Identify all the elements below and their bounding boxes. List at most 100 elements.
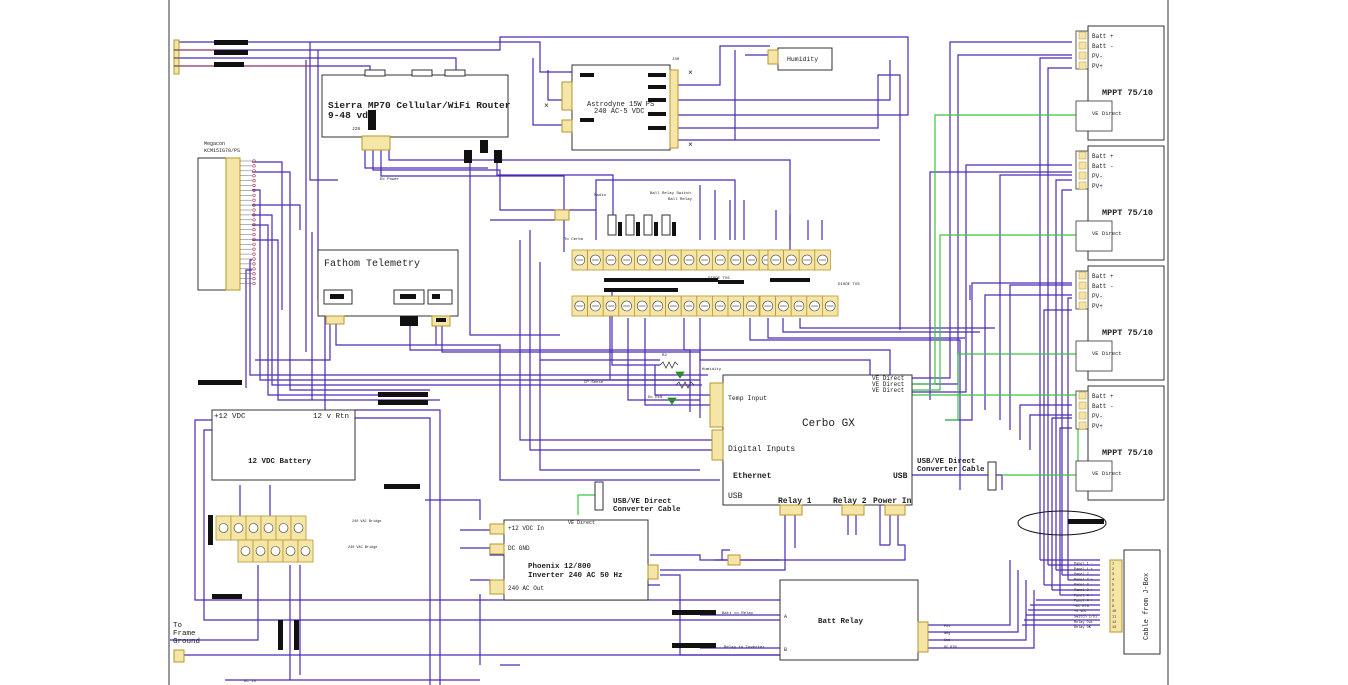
- relay-a-label: A: [784, 614, 787, 620]
- astrodyne-pin: J30: [672, 58, 680, 62]
- phoenix-title: Phoenix 12/800: [528, 563, 592, 571]
- mppt-block-2[interactable]: Batt + Batt - PV- PV+ MPPT 75/10 VE Direct: [1075, 145, 1165, 261]
- label-diode-2: DIODE TVS: [838, 283, 860, 287]
- jbox-pin-number: 13: [1112, 626, 1116, 630]
- close-x-icon: ×: [688, 141, 693, 150]
- mppt-pin: [1078, 271, 1087, 280]
- frame-ground-line3: Ground: [173, 638, 200, 646]
- router-pin-label: J28: [352, 126, 360, 132]
- megacon-part: KCM15IG70/PS: [204, 148, 240, 154]
- mppt-block-1[interactable]: Batt + Batt - PV- PV+ MPPT 75/10 VE Direct: [1075, 25, 1165, 141]
- fathom-block[interactable]: Fathom Telemetry: [317, 249, 459, 327]
- label-neg: Neg: [944, 632, 950, 636]
- jbox-pin-label: Panel 4 +: [1074, 599, 1093, 604]
- label-ball-relay-switch: Ball Relay Switch: [650, 191, 691, 196]
- battery-block[interactable]: +12 VDC 12 v Rtn 12 VDC Battery: [211, 409, 356, 481]
- fathom-title: Fathom Telemetry: [324, 258, 420, 270]
- label-radio: Radio: [594, 193, 607, 198]
- terminal-strip-right[interactable]: [767, 249, 831, 271]
- usb-ve-converter-left[interactable]: USB/VE Direct Converter Cable: [594, 481, 681, 514]
- cerbo-block[interactable]: Cerbo GX Temp Input Digital Inputs Ether…: [709, 374, 913, 516]
- label-diode-1: DIODE TVS: [708, 277, 730, 281]
- mppt-pin: [1078, 301, 1087, 310]
- bus-screw: [278, 523, 289, 533]
- usb-ve-converter-right[interactable]: USB/VE Direct Converter Cable: [917, 458, 997, 491]
- cerbo-title: Cerbo GX: [802, 418, 855, 430]
- mppt-title: MPPT 75/10: [1102, 448, 1153, 458]
- batt-relay-pin-labels: Pos Neg Gnd DC RTN: [944, 625, 957, 650]
- mppt-vedirect-label: VE Direct: [1092, 470, 1122, 477]
- terminal-strip-top[interactable]: [571, 249, 791, 271]
- mppt-pin: [1078, 391, 1087, 400]
- mppt-pin-label: PV+: [1092, 423, 1103, 430]
- megacon-pin-dot: [252, 208, 256, 212]
- label-pos: Pos: [944, 625, 950, 629]
- bus-screw: [240, 546, 251, 556]
- jbox-pin-number: 2: [1112, 568, 1114, 572]
- label-to-cerbo: To Cerbo: [564, 237, 584, 242]
- terminal-strip-bottom[interactable]: [571, 295, 839, 317]
- mppt-title: MPPT 75/10: [1102, 208, 1153, 218]
- mppt-pin: [1078, 151, 1087, 160]
- label-dc-rtn2: DC RTN: [944, 646, 957, 650]
- jbox-block[interactable]: Cable from J-Box Panel 1 - 1 Panel 1 + 2 Pan…: [1074, 549, 1161, 655]
- cerbo-usb-left: USB: [728, 492, 743, 501]
- mppt-pin-label: Batt +: [1092, 393, 1114, 400]
- phoenix-subtitle: Inverter 240 AC 50 Hz: [528, 572, 623, 580]
- bus-screw: [255, 546, 266, 556]
- megacon-block[interactable]: Megacon KCM15IG70/PS: [197, 141, 256, 291]
- mppt-pin: [1078, 401, 1087, 410]
- mppt-pin: [1078, 41, 1087, 50]
- bus-screw: [270, 546, 281, 556]
- battery-neg-label: 12 v Rtn: [313, 413, 349, 421]
- jbox-pin-label: Panel 4 -: [1074, 593, 1093, 598]
- humidity-label: Humidity: [787, 56, 818, 63]
- bus-screw: [300, 546, 311, 556]
- frame-ground-line1: To: [173, 622, 183, 630]
- mppt-pin-label: Batt -: [1092, 283, 1114, 290]
- bus-screw: [293, 523, 304, 533]
- jbox-pin-label: +5 VDC: [1074, 610, 1087, 614]
- bus-screw: [263, 523, 274, 533]
- mppt-pin-label: PV-: [1092, 413, 1103, 420]
- mppt-pin-label: PV-: [1092, 293, 1103, 300]
- megacon-pin-dot: [252, 277, 256, 281]
- jbox-pin-number: 6: [1112, 589, 1114, 593]
- router-block[interactable]: Sierra MP70 Cellular/WiFi Router 9-48 vd…: [321, 69, 511, 182]
- jbox-pin-label: Panel 2 -: [1074, 572, 1093, 577]
- humidity-block[interactable]: Humidity: [767, 47, 833, 71]
- mppt-pin-label: PV+: [1092, 303, 1103, 310]
- megacon-pin-dot: [252, 218, 256, 222]
- cerbo-vedirect-3: VE Direct: [872, 387, 904, 394]
- mppt-pin: [1078, 161, 1087, 170]
- phoenix-in: +12 VDC In: [508, 525, 544, 532]
- phoenix-gnd: DC GND: [508, 545, 530, 552]
- label-humidity-small: Humidity: [702, 367, 722, 372]
- megacon-pin-dot: [252, 257, 256, 261]
- mppt-pin: [1078, 291, 1087, 300]
- mppt-block-3[interactable]: Batt + Batt - PV- PV+ MPPT 75/10 VE Direct: [1075, 265, 1165, 381]
- jbox-pin-number: 12: [1112, 621, 1116, 625]
- mppt-pin: [1078, 31, 1087, 40]
- mppt-block-4[interactable]: Batt + Batt - PV- PV+ MPPT 75/10 VE Direct: [1075, 385, 1165, 501]
- megacon-pin-dot: [252, 228, 256, 232]
- usb-ve-right-2: Converter Cable: [917, 466, 985, 474]
- mppt-pin: [1078, 411, 1087, 420]
- jbox-pin-label: Relay OK: [1074, 625, 1092, 630]
- battery-bus[interactable]: [215, 515, 314, 563]
- jbox-pin-number: 9: [1112, 605, 1114, 609]
- megacon-pin-dot: [252, 179, 256, 183]
- label-ball-relay: Ball Relay: [668, 197, 693, 202]
- frame-ground[interactable]: To Frame Ground: [173, 622, 200, 663]
- mppt-pin-label: Batt -: [1092, 43, 1114, 50]
- mppt-pin-label: PV-: [1092, 173, 1103, 180]
- mppt-pin-label: Batt +: [1092, 153, 1114, 160]
- megacon-pin-dot: [252, 252, 256, 256]
- battery-bus-labels: 240 VAC Bridge 240 VAC Bridge: [348, 519, 381, 550]
- jbox-pin-label: Panel 1 -: [1074, 562, 1093, 567]
- mppt-title: MPPT 75/10: [1102, 328, 1153, 338]
- jbox-pin-number: 4: [1112, 578, 1114, 582]
- usb-ve-right-1: USB/VE Direct: [917, 458, 976, 466]
- mppt-pin: [1078, 181, 1087, 190]
- jbox-pin-number: 8: [1112, 600, 1114, 604]
